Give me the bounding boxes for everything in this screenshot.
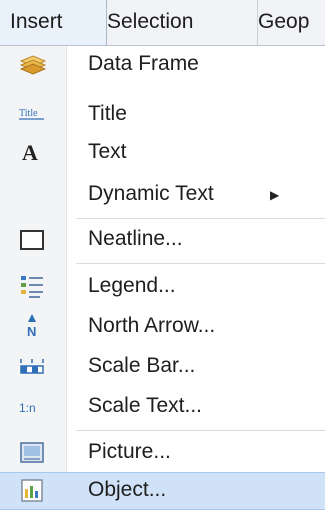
menu-item-label: Scale Text... [88, 394, 203, 417]
data-frame-icon [18, 52, 48, 80]
menu-item-title[interactable]: Title Title [0, 98, 325, 134]
menu-item-text[interactable]: A Text [0, 136, 325, 172]
svg-text:A: A [22, 140, 38, 165]
neatline-icon [18, 226, 48, 254]
north-arrow-icon: N [18, 312, 48, 340]
menu-item-picture[interactable]: Picture... [0, 434, 325, 472]
menu-item-label: Text [88, 140, 127, 163]
menu-item-label: Legend... [88, 274, 176, 297]
menu-separator [76, 218, 325, 219]
menu-item-data-frame[interactable]: Data Frame [0, 46, 325, 86]
scale-bar-icon [18, 353, 48, 381]
menu-item-label: Data Frame [88, 52, 199, 75]
arcmap-insert-menu-screen: Insert Selection Geop Data Frame Title T… [0, 0, 325, 510]
svg-text:1:n: 1:n [19, 401, 36, 415]
menu-item-object[interactable]: Object... [0, 472, 325, 510]
menu-separator [76, 263, 325, 264]
menu-bar: Insert Selection Geop [0, 0, 325, 46]
title-icon: Title [18, 100, 48, 128]
text-icon: A [18, 138, 48, 166]
menu-item-neatline[interactable]: Neatline... [0, 221, 325, 259]
submenu-arrow-icon: ▶ [270, 188, 280, 202]
menu-item-scale-text[interactable]: 1:n Scale Text... [0, 388, 325, 426]
object-icon [18, 477, 48, 505]
menu-item-scale-bar[interactable]: Scale Bar... [0, 348, 325, 386]
picture-icon [18, 439, 48, 467]
insert-dropdown-menu: Data Frame Title Title A Text Dynamic Te… [0, 46, 325, 510]
svg-text:N: N [27, 324, 36, 339]
menu-tab-selection[interactable]: Selection [97, 0, 258, 45]
menu-item-dynamic-text[interactable]: Dynamic Text ▶ [0, 176, 325, 214]
menu-tab-insert[interactable]: Insert [0, 0, 107, 45]
menu-item-label: Neatline... [88, 227, 183, 250]
menu-item-label: Dynamic Text [88, 182, 214, 205]
menu-item-north-arrow[interactable]: N North Arrow... [0, 308, 325, 346]
menu-item-label: Scale Bar... [88, 354, 196, 377]
menu-item-label: Title [88, 102, 127, 125]
menu-item-label: Picture... [88, 440, 171, 463]
menu-item-label: Object... [88, 478, 167, 501]
menu-item-legend[interactable]: Legend... [0, 268, 325, 306]
menu-separator [76, 430, 325, 431]
menu-tab-geoprocessing[interactable]: Geop [248, 0, 325, 45]
legend-icon [18, 273, 48, 301]
menu-item-label: North Arrow... [88, 314, 216, 337]
scale-text-icon: 1:n [18, 392, 48, 420]
svg-text:Title: Title [19, 108, 38, 119]
